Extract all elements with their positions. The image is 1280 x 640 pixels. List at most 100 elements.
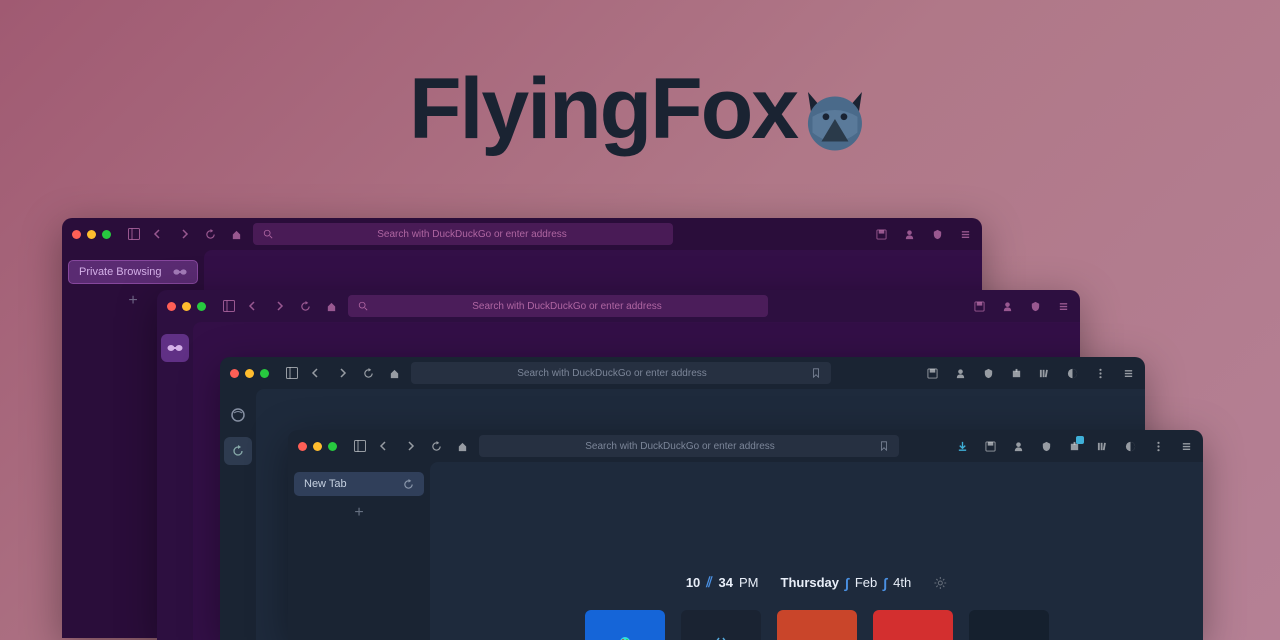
sidebar-tab-icon[interactable]	[161, 334, 189, 362]
traffic-lights[interactable]	[298, 442, 337, 451]
account-icon[interactable]	[953, 366, 967, 380]
nav-group	[377, 439, 469, 453]
forward-icon[interactable]	[335, 366, 349, 380]
menu-icon[interactable]	[1121, 366, 1135, 380]
search-icon	[358, 301, 368, 311]
home-icon[interactable]	[324, 299, 338, 313]
toolbar-right	[955, 439, 1193, 453]
save-icon[interactable]	[874, 227, 888, 241]
speed-dial-tiles: Coolors Devdocs Youtube	[585, 610, 1049, 640]
home-icon[interactable]	[387, 366, 401, 380]
notification-badge	[1076, 436, 1084, 444]
toolbar: Search with DuckDuckGo or enter address	[288, 430, 1203, 462]
library-icon[interactable]	[1037, 366, 1051, 380]
bookmark-icon[interactable]	[879, 441, 889, 451]
forward-icon[interactable]	[403, 439, 417, 453]
browser-window-4: Search with DuckDuckGo or enter address …	[288, 430, 1203, 640]
tab-label: Private Browsing	[79, 266, 162, 278]
account-icon[interactable]	[1000, 299, 1014, 313]
extension-icon[interactable]	[1067, 439, 1081, 453]
clock-sep-icon: ⫽	[706, 574, 712, 591]
home-icon[interactable]	[455, 439, 469, 453]
menu-icon[interactable]	[1179, 439, 1193, 453]
home-icon[interactable]	[229, 227, 243, 241]
theme-icon[interactable]	[1123, 439, 1137, 453]
logo: FlyingFox	[409, 60, 871, 159]
sidebar-toggle-icon[interactable]	[222, 299, 236, 313]
new-tab-button[interactable]: +	[294, 504, 424, 522]
clock-sep-icon: ∫	[883, 575, 887, 591]
tab-private-browsing[interactable]: Private Browsing	[68, 260, 198, 284]
urlbar[interactable]: Search with DuckDuckGo or enter address	[479, 435, 899, 457]
menu-icon[interactable]	[958, 227, 972, 241]
tile-5[interactable]	[969, 610, 1049, 640]
bookmark-icon[interactable]	[811, 368, 821, 378]
fox-icon	[799, 83, 871, 155]
tile-coolors[interactable]: Coolors	[585, 610, 665, 640]
save-icon[interactable]	[972, 299, 986, 313]
reload-icon[interactable]	[429, 439, 443, 453]
toolbar-right	[972, 299, 1070, 313]
urlbar[interactable]: Search with DuckDuckGo or enter address	[253, 223, 673, 245]
urlbar-placeholder: Search with DuckDuckGo or enter address	[376, 301, 758, 312]
clock-ampm: PM	[739, 575, 759, 590]
reload-icon[interactable]	[203, 227, 217, 241]
nav-group	[246, 299, 338, 313]
shield-icon[interactable]	[930, 227, 944, 241]
traffic-lights[interactable]	[72, 230, 111, 239]
shield-icon[interactable]	[1028, 299, 1042, 313]
urlbar[interactable]: Search with DuckDuckGo or enter address	[348, 295, 768, 317]
back-icon[interactable]	[309, 366, 323, 380]
tile-youtube[interactable]: Youtube	[873, 610, 953, 640]
toolbar: Search with DuckDuckGo or enter address	[62, 218, 982, 250]
traffic-lights[interactable]	[230, 369, 269, 378]
clock-sep-icon: ∫	[845, 575, 849, 591]
library-icon[interactable]	[1095, 439, 1109, 453]
save-icon[interactable]	[983, 439, 997, 453]
sidebar-tab-icon[interactable]	[224, 437, 252, 465]
urlbar-placeholder: Search with DuckDuckGo or enter address	[281, 229, 663, 240]
back-icon[interactable]	[151, 227, 165, 241]
toolbar-right	[874, 227, 972, 241]
forward-icon[interactable]	[272, 299, 286, 313]
sidebar-firefox-icon[interactable]	[224, 401, 252, 429]
back-icon[interactable]	[246, 299, 260, 313]
sidebar-toggle-icon[interactable]	[285, 366, 299, 380]
forward-icon[interactable]	[177, 227, 191, 241]
clock-minute: 34	[719, 575, 733, 590]
shield-icon[interactable]	[981, 366, 995, 380]
tile-3[interactable]	[777, 610, 857, 640]
reload-icon[interactable]	[298, 299, 312, 313]
reload-icon[interactable]	[361, 366, 375, 380]
overflow-icon[interactable]	[1093, 366, 1107, 380]
toolbar-right	[925, 366, 1135, 380]
sidebar-toggle-icon[interactable]	[353, 439, 367, 453]
back-icon[interactable]	[377, 439, 391, 453]
clock-hour: 10	[686, 575, 700, 590]
tab-label: New Tab	[304, 478, 347, 490]
code-icon	[714, 635, 728, 640]
nav-group	[309, 366, 401, 380]
theme-icon[interactable]	[1065, 366, 1079, 380]
toolbar: Search with DuckDuckGo or enter address	[157, 290, 1080, 322]
sidebar	[157, 322, 193, 640]
traffic-lights[interactable]	[167, 302, 206, 311]
shield-icon[interactable]	[1039, 439, 1053, 453]
save-icon[interactable]	[925, 366, 939, 380]
palette-icon	[618, 635, 632, 640]
logo-text: FlyingFox	[409, 60, 797, 159]
menu-icon[interactable]	[1056, 299, 1070, 313]
account-icon[interactable]	[902, 227, 916, 241]
clock-widget: 10 ⫽ 34 PM Thursday ∫ Feb ∫ 4th	[686, 574, 947, 591]
content-area: 10 ⫽ 34 PM Thursday ∫ Feb ∫ 4th Coolors	[430, 462, 1203, 640]
urlbar[interactable]: Search with DuckDuckGo or enter address	[411, 362, 831, 384]
download-icon[interactable]	[955, 439, 969, 453]
extension-icon[interactable]	[1009, 366, 1023, 380]
tab-new-tab[interactable]: New Tab	[294, 472, 424, 496]
tile-devdocs[interactable]: Devdocs	[681, 610, 761, 640]
search-icon	[263, 229, 273, 239]
sidebar-toggle-icon[interactable]	[127, 227, 141, 241]
overflow-icon[interactable]	[1151, 439, 1165, 453]
account-icon[interactable]	[1011, 439, 1025, 453]
gear-icon[interactable]	[933, 576, 947, 590]
